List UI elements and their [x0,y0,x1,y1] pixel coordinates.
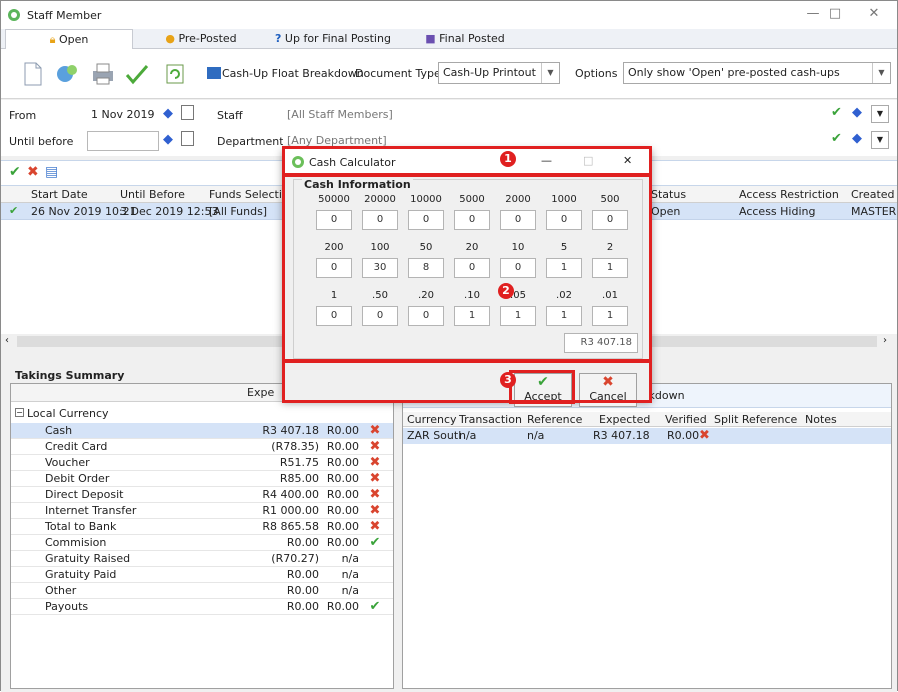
options-label: Options [575,67,618,80]
cross-icon[interactable]: ✖ [367,423,383,439]
from-label: From [9,109,37,122]
breakdown-columns: Currency Transaction Reference Expected … [403,412,891,427]
document-type-select[interactable]: Cash-Up Printout ▼ [438,62,560,84]
eraser-icon[interactable]: ◆ [163,132,173,147]
check-icon[interactable]: ✔ [831,105,842,120]
toolbar: Cash-Up Float Breakdown Document Type Ca… [1,49,897,99]
question-icon: ? [275,32,282,45]
cross-icon[interactable]: ✖ [367,455,383,471]
highlight-accept [509,370,575,404]
takings-summary-title: Takings Summary [15,369,125,382]
empty-cell [367,583,383,599]
cashup-float-breakdown-button[interactable]: Cash-Up Float Breakdown [222,67,364,80]
cross-icon[interactable]: ✖ [367,487,383,503]
table-row[interactable]: Voucher R51.75 R0.00 ✖ [11,455,393,471]
tab-open[interactable]: 🔒︎ Open [5,29,133,49]
chevron-down-icon[interactable]: ▼ [541,63,559,83]
cross-icon[interactable]: ✖ [367,439,383,455]
table-row[interactable]: Commision R0.00 R0.00 ✔ [11,535,393,551]
table-row[interactable]: ZAR Soutl n/a n/a R3 407.18 R0.00 ✖ [403,428,891,444]
column-access-restriction[interactable]: Access Restriction [739,188,839,201]
department-label: Department [217,135,284,148]
table-row[interactable]: Gratuity Paid R0.00 n/a [11,567,393,583]
eraser-icon[interactable]: ◆ [852,105,862,120]
cross-icon[interactable]: ✖ [367,519,383,535]
column-until-before[interactable]: Until Before [120,188,185,201]
window-title: Staff Member [27,9,102,22]
step-badge: 1 [500,151,516,167]
eraser-icon[interactable]: ◆ [163,106,173,121]
from-date-field[interactable]: 1 Nov 2019 [87,105,159,125]
new-document-icon[interactable] [19,60,47,88]
table-row[interactable]: Payouts R0.00 R0.00 ✔ [11,599,393,615]
eraser-icon[interactable]: ◆ [852,131,862,146]
takings-table: Expe − Local Currency Cash R3 407.18 R0.00… [10,383,394,689]
lock-open-icon: 🔒︎ [49,33,56,46]
scroll-right-icon[interactable]: › [883,335,887,346]
cross-icon[interactable]: ✖ [699,428,710,443]
highlight-title-bar [282,146,652,176]
accept-check-icon[interactable] [123,60,151,88]
cross-icon[interactable]: ✖ [27,164,39,180]
refresh-icon[interactable] [53,60,81,88]
calendar-icon[interactable] [181,105,194,120]
column-created[interactable]: Created [851,188,895,201]
document-type-label: Document Type [355,67,441,80]
table-row[interactable]: Debit Order R85.00 R0.00 ✖ [11,471,393,487]
collapse-icon[interactable]: − [15,408,24,417]
table-row[interactable]: Gratuity Raised (R70.27) n/a [11,551,393,567]
chevron-down-icon[interactable]: ▼ [872,63,890,83]
app-icon [8,9,20,21]
highlight-buttons [282,360,652,403]
calendar-icon[interactable] [181,131,194,146]
tab-pre-posted[interactable]: ● Pre-Posted [137,29,265,49]
tab-up-for-final-posting[interactable]: ? Up for Final Posting [269,29,397,49]
group-local-currency[interactable]: − Local Currency [11,406,393,422]
recalculate-icon[interactable] [161,60,189,88]
staff-field[interactable]: [All Staff Members] [283,105,823,125]
step-badge: 3 [500,372,516,388]
chevron-down-icon[interactable]: ▼ [871,105,889,123]
check-icon[interactable]: ✔ [367,535,383,551]
empty-cell [367,567,383,583]
until-before-field[interactable] [87,131,159,151]
column-status[interactable]: Status [651,188,686,201]
table-row[interactable]: Internet Transfer R1 000.00 R0.00 ✖ [11,503,393,519]
check-icon: ✔ [9,204,19,217]
book-icon: ■ [425,32,436,45]
column-start-date[interactable]: Start Date [31,188,88,201]
expected-header: Expe [247,386,275,399]
lock-icon: ● [165,32,175,45]
status-tabs: 🔒︎ Open ● Pre-Posted ? Up for Final Post… [1,29,897,49]
takings-summary-section: Takings Summary Expe − Local Currency Ca… [1,366,897,692]
highlight-cash-information [282,174,652,362]
close-button[interactable]: ✕ [854,4,894,26]
check-icon[interactable]: ✔ [831,131,842,146]
print-icon[interactable] [89,60,117,88]
cross-icon[interactable]: ✖ [367,471,383,487]
check-all-icon[interactable]: ✔ [9,164,21,180]
tab-final-posted[interactable]: ■ Final Posted [401,29,529,49]
check-icon[interactable]: ✔ [367,599,383,615]
table-row[interactable]: Credit Card (R78.35) R0.00 ✖ [11,439,393,455]
table-icon [207,67,221,79]
title-bar: Staff Member — □ ✕ [1,1,897,29]
chevron-down-icon[interactable]: ▼ [871,131,889,149]
table-row[interactable]: Other R0.00 n/a [11,583,393,599]
options-select[interactable]: Only show 'Open' pre-posted cash-ups ▼ [623,62,891,84]
scroll-left-icon[interactable]: ‹ [5,335,9,346]
maximize-button[interactable]: □ [815,4,855,26]
table-row[interactable]: Total to Bank R8 865.58 R0.00 ✖ [11,519,393,535]
step-badge: 2 [498,283,514,299]
printer-icon[interactable]: ▤ [45,164,58,180]
staff-label: Staff [217,109,243,122]
empty-cell [367,551,383,567]
table-row[interactable]: Cash R3 407.18 R0.00 ✖ [11,423,393,439]
until-before-label: Until before [9,135,74,148]
cross-icon[interactable]: ✖ [367,503,383,519]
table-row[interactable]: Direct Deposit R4 400.00 R0.00 ✖ [11,487,393,503]
breakdown-panel: eakdown Currency Transaction Reference E… [402,383,892,689]
